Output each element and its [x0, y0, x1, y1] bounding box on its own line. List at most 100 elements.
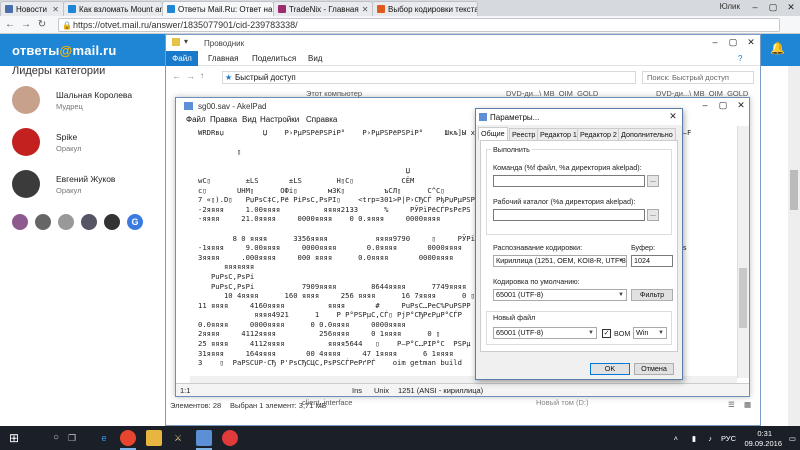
menu-view[interactable]: Вид — [242, 115, 256, 124]
chrome-icon[interactable] — [120, 430, 136, 450]
close-icon[interactable]: ✕ — [782, 0, 800, 14]
close-icon[interactable]: ✕ — [732, 98, 750, 112]
avatar-letter[interactable]: G — [127, 214, 143, 230]
edge-icon[interactable]: e — [96, 430, 112, 446]
avatar[interactable] — [58, 214, 74, 230]
cancel-button[interactable]: Отмена — [634, 363, 674, 375]
browser-tab-otvety[interactable]: Ответы Mail.Ru: Ответ на ✕ — [162, 1, 274, 16]
explorer-titlebar: ▾ Проводник – ▢ ✕ — [166, 35, 760, 51]
browser-tab-encoding[interactable]: Выбор кодировки текста ✕ — [372, 1, 478, 16]
close-tab-icon[interactable]: ✕ — [359, 5, 369, 14]
newline-select[interactable]: Win ▼ — [633, 327, 667, 339]
browser-tab-news[interactable]: Новости ✕ — [0, 1, 64, 16]
page-scrollbar-thumb[interactable] — [790, 170, 798, 210]
page-scrollbar[interactable] — [788, 66, 800, 426]
forward-arrow-icon[interactable]: → — [186, 71, 195, 81]
ribbon-tab-view[interactable]: Вид — [308, 54, 322, 63]
tiles-view-icon[interactable]: ▦ — [744, 400, 751, 409]
star-icon: ★ — [225, 73, 233, 82]
tab-editor-2[interactable]: Редактор 2 — [577, 128, 620, 140]
explorer-path-bar[interactable]: ★ Быстрый доступ — [222, 71, 636, 84]
reload-icon[interactable]: ↻ — [34, 19, 50, 30]
opera-icon[interactable] — [222, 430, 238, 446]
tab-registry[interactable]: Реестр — [509, 128, 539, 140]
avatar[interactable] — [12, 170, 40, 198]
status-file[interactable]: client_interface — [302, 398, 352, 407]
ok-button[interactable]: OK — [590, 363, 630, 375]
new-file-encoding-select[interactable]: 65001 (UTF-8) ▼ — [493, 327, 597, 339]
browser-tab-tradenix[interactable]: TradeNix - Главная ✕ — [273, 1, 373, 16]
close-icon[interactable]: ✕ — [664, 109, 682, 123]
clock-date[interactable]: 09.09.2016 — [744, 439, 782, 448]
ribbon-tab-share[interactable]: Поделиться — [252, 54, 296, 63]
forward-arrow-icon[interactable]: → — [18, 19, 34, 30]
vertical-scrollbar-thumb[interactable] — [739, 268, 747, 328]
leader-name[interactable]: Spike — [56, 132, 77, 142]
ribbon-tab-home[interactable]: Главная — [208, 54, 238, 63]
minimize-icon[interactable]: – — [746, 0, 764, 14]
filter-button[interactable]: Фильтр — [631, 289, 673, 301]
up-arrow-icon[interactable]: ↑ — [200, 71, 204, 80]
quick-access-toolbar-icon[interactable]: ▾ — [184, 37, 188, 46]
explorer-search-input[interactable]: Поиск: Быстрый доступ — [642, 71, 754, 84]
workdir-input[interactable] — [493, 209, 645, 221]
minimize-icon[interactable]: – — [696, 98, 714, 112]
volume-icon[interactable]: ♪ — [708, 434, 712, 443]
bom-checkbox[interactable]: ✓ — [602, 329, 611, 338]
minimize-icon[interactable]: – — [706, 35, 724, 49]
mail-logo[interactable]: ответы@mail.ru — [12, 43, 116, 58]
tray-chevron-icon[interactable]: ˄ — [674, 434, 678, 443]
menu-edit[interactable]: Правка — [210, 115, 237, 124]
avatar[interactable] — [81, 214, 97, 230]
avatar[interactable] — [35, 214, 51, 230]
chrome-user-name[interactable]: Юлик — [720, 2, 740, 11]
bell-icon[interactable]: 🔔 — [770, 41, 785, 55]
game-icon[interactable]: ⚔ — [170, 430, 186, 446]
details-view-icon[interactable]: ☰ — [728, 400, 735, 409]
tab-editor-1[interactable]: Редактор 1 — [537, 128, 580, 140]
task-view-icon[interactable]: ❐ — [64, 430, 80, 446]
windows-start-icon[interactable]: ⊞ — [0, 426, 28, 450]
ribbon-tab-file[interactable]: Файл — [166, 51, 198, 66]
leader-name[interactable]: Евгений Жуков — [56, 174, 115, 184]
avatar[interactable] — [12, 86, 40, 114]
back-arrow-icon[interactable]: ← — [2, 19, 18, 30]
workdir-browse-button[interactable]: ... — [647, 209, 659, 221]
leader-item[interactable]: Евгений Жуков Оракул — [12, 170, 162, 200]
akelpad-taskbar-icon[interactable] — [196, 430, 212, 450]
avatar[interactable] — [104, 214, 120, 230]
command-input[interactable] — [493, 175, 645, 187]
tab-general[interactable]: Общие — [478, 127, 508, 140]
maximize-icon[interactable]: ▢ — [764, 0, 782, 14]
network-icon[interactable]: ▮ — [692, 434, 696, 443]
close-icon[interactable]: ✕ — [742, 35, 760, 49]
maximize-icon[interactable]: ▢ — [724, 35, 742, 49]
language-indicator[interactable]: РУС — [721, 434, 736, 443]
command-browse-button[interactable]: ... — [647, 175, 659, 187]
back-arrow-icon[interactable]: ← — [172, 71, 181, 81]
menu-help[interactable]: Справка — [306, 115, 337, 124]
leader-item[interactable]: Spike Оракул — [12, 128, 162, 158]
leader-name[interactable]: Шальная Королева — [56, 90, 132, 100]
menu-file[interactable]: Файл — [186, 115, 206, 124]
vertical-scrollbar[interactable] — [737, 126, 749, 378]
notification-icon[interactable]: ▭ — [789, 434, 796, 443]
close-tab-icon[interactable]: ✕ — [49, 5, 59, 14]
menu-settings[interactable]: Настройки — [260, 115, 299, 124]
recognition-select[interactable]: Кириллица (1251, OEM, KOI8-R, UTF-8) ▼ — [493, 255, 627, 267]
buffer-input[interactable]: 1024 — [631, 255, 673, 267]
url-input[interactable]: 🔒 https://otvet.mail.ru/answer/183507790… — [58, 18, 780, 32]
avatar[interactable] — [12, 214, 28, 230]
clock-time[interactable]: 0:31 — [757, 429, 772, 438]
tab-advanced[interactable]: Дополнительно — [618, 128, 676, 140]
leader-item[interactable]: Шальная Королева Мудрец — [12, 86, 162, 116]
avatar[interactable] — [12, 128, 40, 156]
new-tab-button[interactable] — [478, 1, 498, 16]
status-drive[interactable]: Новый том (D:) — [536, 398, 589, 407]
browser-tab-mount-and-blade[interactable]: Как взломать Mount and ✕ — [63, 1, 163, 16]
default-encoding-select[interactable]: 65001 (UTF-8) ▼ — [493, 289, 627, 301]
help-icon[interactable]: ? — [738, 54, 742, 63]
maximize-icon[interactable]: ▢ — [714, 98, 732, 112]
file-explorer-icon[interactable] — [146, 430, 162, 446]
default-encoding-label: Кодировка по умолчанию: — [493, 277, 580, 286]
